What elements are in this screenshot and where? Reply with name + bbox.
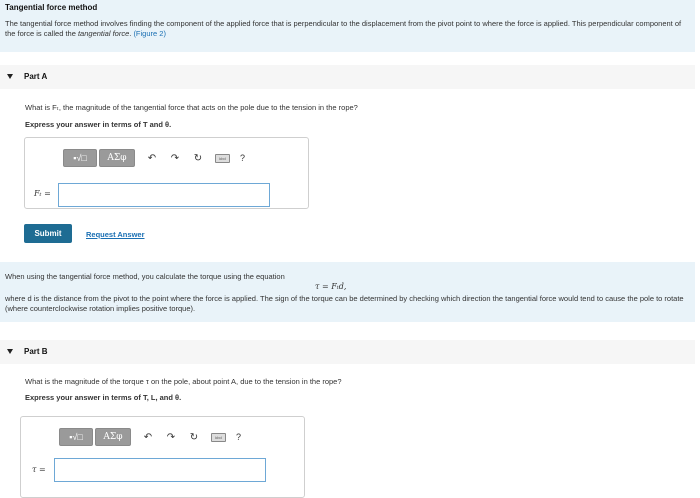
templates-button[interactable]: ▪√□: [63, 149, 97, 167]
part-b-answer-input[interactable]: [54, 458, 266, 482]
keyboard-icon[interactable]: kbd: [215, 153, 230, 163]
torque-equation: τ = Fₜd,: [315, 282, 347, 291]
part-a-question: What is Fₜ, the magnitude of the tangent…: [25, 103, 358, 112]
info-line2: where d is the distance from the pivot t…: [5, 294, 684, 313]
part-a-header[interactable]: Part A: [0, 65, 695, 89]
part-a-variable-label: Fₜ =: [34, 189, 51, 198]
redo-icon[interactable]: ↷: [169, 153, 181, 164]
keyboard-icon[interactable]: kbd: [211, 432, 226, 442]
figure-link[interactable]: (Figure 2): [133, 29, 166, 38]
redo-icon[interactable]: ↷: [165, 432, 177, 443]
part-b-question: What is the magnitude of the torque τ on…: [25, 377, 342, 386]
math-toolbar: ▪√□ AΣφ ↶ ↷ ↻ kbd ?: [63, 148, 245, 168]
math-toolbar: ▪√□ AΣφ ↶ ↷ ↻ kbd ?: [59, 427, 241, 447]
templates-button[interactable]: ▪√□: [59, 428, 93, 446]
intro-text: The tangential force method involves fin…: [5, 19, 690, 39]
part-b-answer-panel: ▪√□ AΣφ ↶ ↷ ↻ kbd ? τ =: [20, 416, 305, 498]
help-icon[interactable]: ?: [240, 153, 245, 163]
collapse-triangle-icon[interactable]: [7, 349, 13, 354]
intro-text-italic: tangential force: [77, 29, 130, 38]
undo-icon[interactable]: ↶: [142, 432, 154, 443]
greek-symbols-button[interactable]: AΣφ: [95, 428, 131, 446]
part-b-instruction: Express your answer in terms of T, L, an…: [25, 393, 182, 402]
part-b-label: Part B: [24, 347, 48, 356]
reset-icon[interactable]: ↻: [192, 153, 204, 164]
undo-icon[interactable]: ↶: [146, 153, 158, 164]
collapse-triangle-icon[interactable]: [7, 74, 13, 79]
request-answer-link[interactable]: Request Answer: [86, 230, 145, 239]
part-a-answer-panel: ▪√□ AΣφ ↶ ↷ ↻ kbd ? Fₜ =: [24, 137, 309, 209]
reset-icon[interactable]: ↻: [188, 432, 200, 443]
greek-symbols-button[interactable]: AΣφ: [99, 149, 135, 167]
info-box: When using the tangential force method, …: [0, 262, 695, 322]
part-b-variable-label: τ =: [32, 465, 46, 474]
help-icon[interactable]: ?: [236, 432, 241, 442]
info-line1: When using the tangential force method, …: [5, 272, 285, 281]
intro-title: Tangential force method: [5, 3, 98, 12]
part-a-label: Part A: [24, 72, 48, 81]
part-b-header[interactable]: Part B: [0, 340, 695, 364]
intro-box: Tangential force method The tangential f…: [0, 0, 695, 52]
part-a-instruction: Express your answer in terms of T and θ.: [25, 120, 172, 129]
part-a-answer-input[interactable]: [58, 183, 270, 207]
submit-button[interactable]: Submit: [24, 224, 72, 243]
